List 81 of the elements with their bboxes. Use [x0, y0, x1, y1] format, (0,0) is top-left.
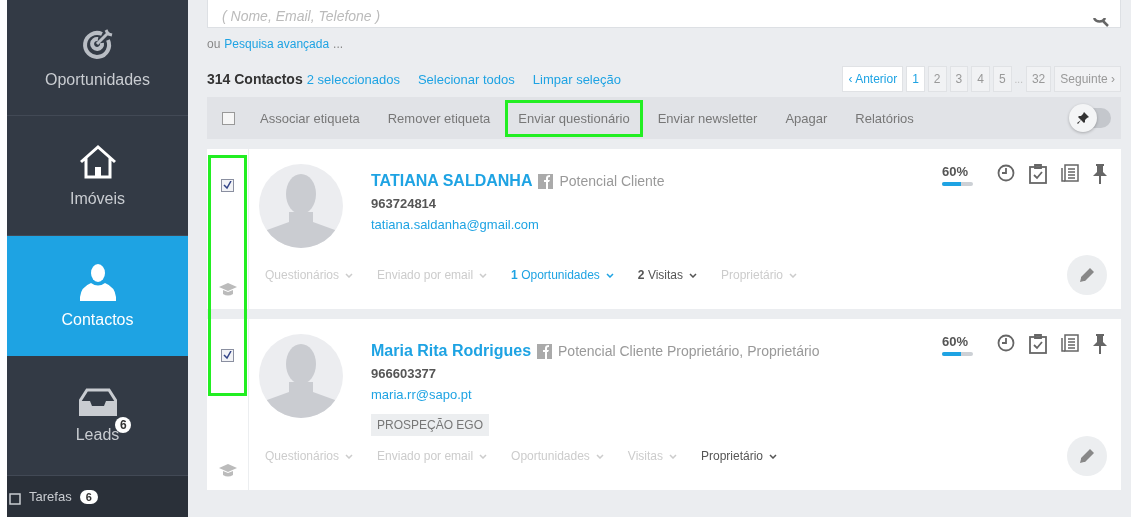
dropdown-link[interactable]: 1 Oportunidades [511, 268, 614, 282]
selection-link[interactable]: Selecionar todos [417, 71, 515, 87]
email-link[interactable]: maria.rr@sapo.pt [371, 387, 820, 402]
graduation-cap-icon [218, 283, 237, 297]
action-link[interactable]: Relatórios [842, 99, 927, 137]
ellipsis-text: ... [333, 37, 344, 51]
contact-checkbox[interactable] [221, 179, 234, 192]
caret-icon [789, 272, 798, 278]
caret-icon [689, 272, 697, 278]
action-link[interactable]: Apagar [772, 99, 841, 137]
caret-icon [345, 453, 354, 459]
pencil-icon [1079, 267, 1095, 283]
contact-checkbox[interactable] [221, 349, 234, 362]
contact-category: Potencial Cliente Proprietário, Proprietário [558, 343, 820, 359]
action-link[interactable]: Associar etiqueta [247, 99, 373, 137]
action-link[interactable]: Remover etiqueta [374, 99, 504, 137]
contact-name[interactable]: Maria Rita Rodrigues [371, 342, 532, 360]
graduation-cap-icon [218, 464, 237, 478]
advanced-search-link[interactable]: Pesquisa avançada [224, 37, 330, 51]
progress-bar [942, 352, 973, 356]
facebook-icon [538, 173, 554, 189]
progress-percent: 60% [942, 334, 970, 349]
edit-button[interactable] [1067, 255, 1107, 295]
nav-label: Imóveis [69, 189, 126, 207]
target-icon [80, 27, 115, 61]
clipboard-check-icon[interactable] [1029, 334, 1047, 354]
pin-icon[interactable] [1093, 334, 1107, 354]
document-icon[interactable] [1061, 164, 1079, 184]
page-link[interactable]: 2 [927, 66, 947, 92]
nav-label: Oportunidades [45, 71, 150, 88]
pencil-icon [1079, 448, 1095, 464]
contact-name[interactable]: TATIANA SALDANHA [371, 172, 533, 190]
phone-number: 963724814 [371, 196, 438, 211]
previous-page-link[interactable]: ‹ Anterior [842, 66, 904, 92]
sidebar-item[interactable]: Contactos [7, 236, 188, 356]
contact-category: Potencial Cliente [559, 173, 665, 189]
checkbox-icon [9, 492, 21, 505]
page-link[interactable]: 5 [992, 66, 1012, 92]
caret-icon [479, 453, 488, 459]
tag-label: PROSPEÇÃO EGO [371, 414, 490, 436]
progress-bar [942, 182, 973, 186]
page-link[interactable]: 1 [906, 66, 925, 92]
phone-number: 966603377 [371, 366, 438, 381]
contacts-count: 314 Contactos [207, 71, 303, 87]
page-link[interactable]: 4 [971, 66, 990, 92]
inbox-icon [78, 387, 117, 416]
caret-icon [595, 453, 604, 459]
pin-toggle[interactable] [1069, 104, 1111, 132]
clipboard-check-icon[interactable] [1029, 164, 1047, 184]
person-icon [79, 263, 116, 301]
email-link[interactable]: tatiana.saldanha@gmail.com [371, 217, 665, 232]
page-link[interactable]: 3 [949, 66, 969, 92]
clock-icon[interactable] [997, 334, 1015, 354]
page-link[interactable]: 32 [1025, 66, 1052, 92]
caret-icon [605, 272, 614, 278]
pin-icon[interactable] [1093, 164, 1107, 184]
edit-button[interactable] [1067, 436, 1107, 476]
page-gap: ... [1014, 73, 1023, 85]
caret-icon [669, 453, 677, 459]
action-link[interactable]: Enviar questionário [505, 99, 643, 137]
facebook-icon [537, 343, 553, 359]
pin-icon [1077, 112, 1089, 124]
caret-icon [345, 272, 354, 278]
dropdown-link[interactable]: 2 Visitas [637, 268, 697, 282]
caret-icon [769, 453, 777, 459]
house-icon [77, 143, 118, 180]
action-link[interactable]: Enviar newsletter [644, 99, 771, 137]
sidebar-item[interactable]: Tarefas [29, 489, 72, 504]
document-icon[interactable] [1061, 334, 1079, 354]
selection-link[interactable]: Limpar seleção [532, 71, 621, 87]
progress-percent: 60% [942, 164, 970, 179]
next-page-link[interactable]: Seguinte › [1054, 66, 1121, 92]
selected-count-link[interactable]: 2 seleccionados [306, 71, 400, 87]
nav-label: Contactos [61, 311, 134, 328]
dropdown-link[interactable]: Proprietário [701, 449, 777, 463]
clock-icon[interactable] [997, 164, 1015, 184]
search-field[interactable]: ( Nome, Email, Telefone ) [207, 0, 1121, 28]
count-badge: 6 [79, 489, 98, 504]
select-all-checkbox[interactable] [222, 111, 235, 125]
caret-icon [479, 272, 488, 278]
prefix-text: ou [207, 37, 221, 51]
